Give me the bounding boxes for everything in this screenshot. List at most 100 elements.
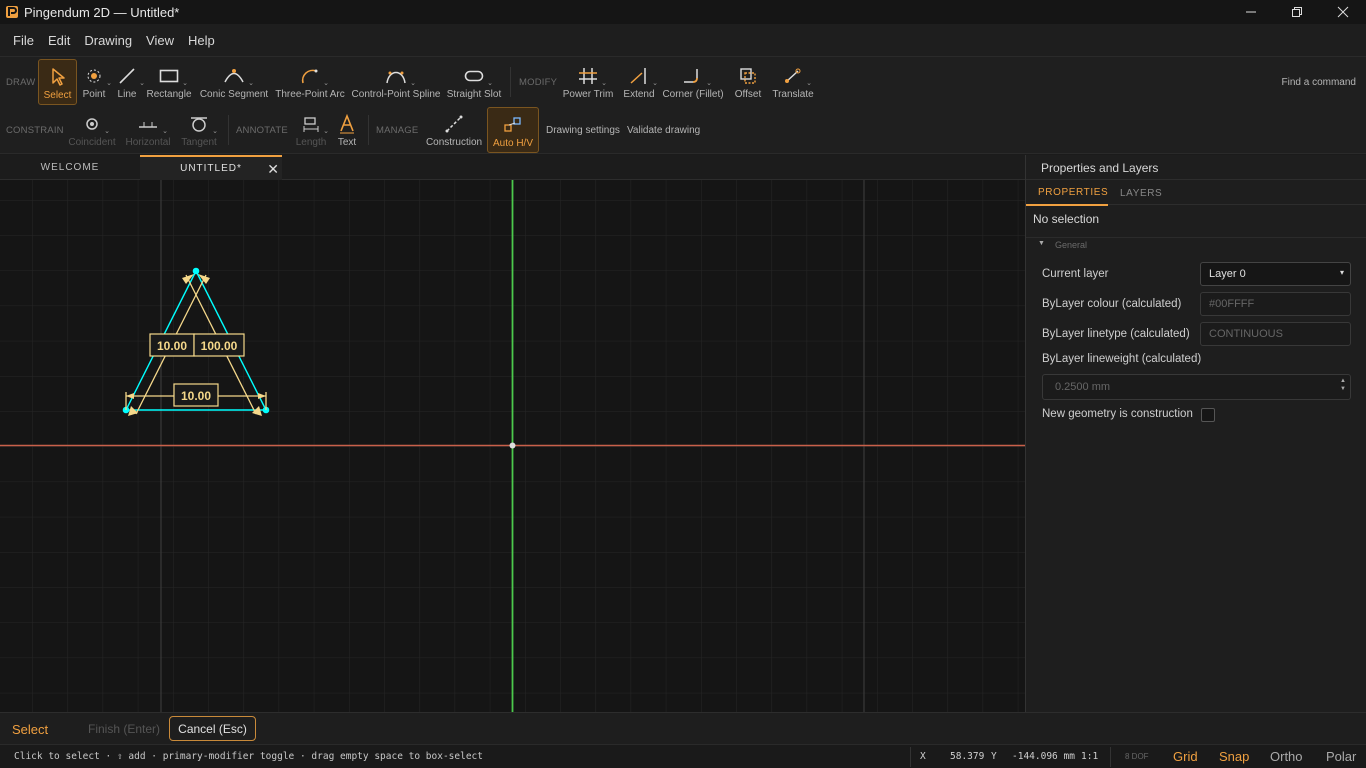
grid-toggle[interactable]: Grid bbox=[1173, 749, 1198, 764]
current-layer-label: Current layer bbox=[1042, 268, 1109, 280]
straight-slot-tool-button[interactable]: ⌄ Straight Slot bbox=[446, 59, 502, 105]
power-trim-tool-button[interactable]: ⌄ Power Trim bbox=[563, 59, 613, 105]
menu-bar: File Edit Drawing View Help bbox=[0, 24, 1366, 56]
scale-readout: 1:1 bbox=[1081, 751, 1099, 762]
horizontal-tool-button[interactable]: ⌄ Horizontal bbox=[125, 107, 171, 153]
menu-edit[interactable]: Edit bbox=[41, 33, 77, 48]
x-coordinate-label: X bbox=[920, 751, 926, 762]
tangent-tool-label: Tangent bbox=[181, 137, 217, 148]
polar-toggle[interactable]: Polar bbox=[1326, 749, 1356, 764]
section-general-label: General bbox=[1055, 240, 1088, 250]
dimension-label-left[interactable]: 10.00 bbox=[149, 333, 195, 357]
tab-properties[interactable]: PROPERTIES bbox=[1026, 180, 1108, 206]
cancel-button[interactable]: Cancel (Esc) bbox=[169, 716, 256, 741]
close-icon[interactable] bbox=[1320, 0, 1366, 24]
x-coordinate-value: 58.379 bbox=[950, 751, 985, 762]
coincident-tool-label: Coincident bbox=[68, 137, 116, 148]
select-tool-button[interactable]: Select bbox=[38, 59, 77, 105]
three-point-arc-tool-button[interactable]: ⌄ Three-Point Arc bbox=[275, 59, 345, 105]
construction-checkbox[interactable] bbox=[1201, 408, 1215, 422]
dimension-label-angle[interactable]: 100.00 bbox=[193, 333, 245, 357]
offset-tool-label: Offset bbox=[734, 89, 762, 100]
tangent-tool-button[interactable]: ⌄ Tangent bbox=[181, 107, 218, 153]
line-tool-label: Line bbox=[117, 89, 137, 100]
drawing-canvas[interactable]: 10.00 100.00 10.00 bbox=[0, 180, 1025, 712]
dimension-label-bottom[interactable]: 10.00 bbox=[173, 383, 219, 407]
horizontal-tool-label: Horizontal bbox=[125, 137, 171, 148]
ortho-toggle[interactable]: Ortho bbox=[1270, 749, 1303, 764]
drawing-settings-button[interactable]: Drawing settings bbox=[546, 125, 620, 136]
dimension-value: 10.00 bbox=[157, 339, 187, 353]
close-tab-icon[interactable]: ✕ bbox=[267, 161, 280, 178]
extend-tool-button[interactable]: ⌄ Extend bbox=[622, 59, 658, 105]
dropdown-arrow-icon: ▾ bbox=[1339, 268, 1344, 277]
corner-fillet-tool-label: Corner (Fillet) bbox=[662, 89, 724, 100]
finish-button[interactable]: Finish (Enter) bbox=[88, 722, 160, 736]
horizontal-constraint-icon: ⌄ bbox=[139, 122, 168, 135]
three-point-arc-tool-label: Three-Point Arc bbox=[275, 89, 345, 100]
text-tool-button[interactable]: Text bbox=[334, 107, 360, 153]
snap-toggle[interactable]: Snap bbox=[1219, 749, 1249, 764]
draw-toolbar: DRAW Select ⌄ Point ⌄ Line ⌄ Rectangle ⌄ bbox=[0, 56, 1366, 106]
title-bar: Pingendum 2D — Untitled* bbox=[0, 0, 1366, 24]
auto-hv-label: Auto H/V bbox=[492, 138, 534, 149]
menu-help[interactable]: Help bbox=[181, 33, 222, 48]
corner-fillet-tool-button[interactable]: ⌄ Corner (Fillet) bbox=[662, 59, 724, 105]
construction-tool-button[interactable]: Construction bbox=[426, 107, 482, 153]
tangent-icon: ⌄ bbox=[189, 113, 218, 135]
conic-segment-icon: ⌄ bbox=[223, 65, 254, 87]
slot-icon: ⌄ bbox=[464, 65, 493, 87]
translate-tool-button[interactable]: ⌄ Translate bbox=[772, 59, 814, 105]
control-point-spline-tool-button[interactable]: ⌄ Control-Point Spline bbox=[351, 59, 441, 105]
length-tool-button[interactable]: ⌄ Length bbox=[296, 107, 329, 153]
translate-tool-label: Translate bbox=[772, 89, 814, 100]
line-tool-button[interactable]: ⌄ Line bbox=[113, 59, 145, 105]
constrain-toolbar: CONSTRAIN ⌄ Coincident ⌄ Horizontal ⌄ Ta… bbox=[0, 105, 1366, 154]
vertex-point[interactable] bbox=[192, 267, 200, 275]
point-icon: ⌄ bbox=[85, 65, 112, 87]
validate-drawing-button[interactable]: Validate drawing bbox=[627, 125, 700, 136]
control-point-spline-tool-label: Control-Point Spline bbox=[351, 89, 441, 100]
toolbar-separator bbox=[228, 115, 229, 145]
status-bar: Click to select · ⇧ add · primary-modifi… bbox=[0, 744, 1366, 768]
menu-file[interactable]: File bbox=[6, 33, 41, 48]
conic-segment-tool-button[interactable]: ⌄ Conic Segment bbox=[199, 59, 269, 105]
coincident-tool-button[interactable]: ⌄ Coincident bbox=[68, 107, 116, 153]
maximize-icon[interactable] bbox=[1274, 0, 1320, 24]
arc-icon: ⌄ bbox=[300, 65, 329, 87]
tab-layers[interactable]: LAYERS bbox=[1120, 180, 1180, 206]
current-layer-select[interactable]: Layer 0 ▾ bbox=[1200, 262, 1351, 286]
tab-welcome[interactable]: WELCOME bbox=[0, 155, 140, 180]
point-tool-button[interactable]: ⌄ Point bbox=[79, 59, 112, 105]
command-mode: Select bbox=[12, 722, 49, 737]
straight-slot-tool-label: Straight Slot bbox=[446, 89, 502, 100]
conic-segment-tool-label: Conic Segment bbox=[199, 89, 269, 100]
menu-view[interactable]: View bbox=[139, 33, 181, 48]
auto-hv-toggle-button[interactable]: Auto H/V bbox=[487, 107, 539, 153]
bylayer-linetype-label: ByLayer linetype (calculated) bbox=[1042, 328, 1190, 340]
rectangle-tool-button[interactable]: ⌄ Rectangle bbox=[146, 59, 192, 105]
tab-untitled[interactable]: UNTITLED* ✕ bbox=[140, 155, 282, 180]
bylayer-colour-field: #00FFFF bbox=[1200, 292, 1351, 316]
offset-tool-button[interactable]: Offset bbox=[733, 59, 763, 105]
minimize-icon[interactable] bbox=[1228, 0, 1274, 24]
command-bar: Select Finish (Enter) Cancel (Esc) bbox=[0, 712, 1366, 744]
select-tool-label: Select bbox=[43, 90, 72, 101]
line-icon: ⌄ bbox=[118, 65, 145, 87]
document-tab-bar: WELCOME UNTITLED* ✕ bbox=[0, 155, 1025, 180]
find-command-button[interactable]: Find a command bbox=[1282, 77, 1356, 88]
menu-drawing[interactable]: Drawing bbox=[77, 33, 139, 48]
rectangle-tool-label: Rectangle bbox=[146, 89, 192, 100]
rectangle-icon: ⌄ bbox=[159, 65, 188, 87]
coincident-icon: ⌄ bbox=[83, 113, 110, 135]
draw-group-label: DRAW bbox=[6, 77, 36, 88]
section-general-header[interactable]: ▼ General bbox=[1026, 237, 1366, 251]
extend-icon: ⌄ bbox=[629, 65, 658, 87]
text-tool-label: Text bbox=[337, 137, 357, 148]
toolbar-separator bbox=[510, 67, 511, 97]
status-hint: Click to select · ⇧ add · primary-modifi… bbox=[14, 751, 483, 762]
bylayer-lineweight-field: 0.2500 mm ▲ ▼ bbox=[1042, 374, 1351, 400]
extend-tool-label: Extend bbox=[623, 89, 655, 100]
current-layer-value: Layer 0 bbox=[1209, 268, 1246, 280]
tab-untitled-label: UNTITLED* bbox=[180, 163, 242, 174]
